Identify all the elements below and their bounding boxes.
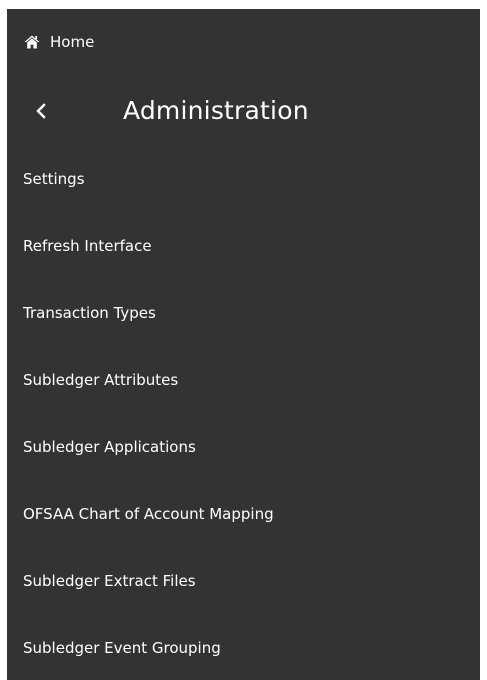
panel-header: Administration — [7, 93, 480, 129]
menu-item-subledger-event-grouping[interactable]: Subledger Event Grouping — [7, 628, 480, 668]
home-link[interactable]: Home — [24, 31, 94, 53]
menu-item-subledger-attributes[interactable]: Subledger Attributes — [7, 360, 480, 400]
menu-item-transaction-types[interactable]: Transaction Types — [7, 293, 480, 333]
menu-item-refresh-interface[interactable]: Refresh Interface — [7, 226, 480, 266]
menu-item-subledger-extract-files[interactable]: Subledger Extract Files — [7, 561, 480, 601]
home-icon — [24, 35, 40, 49]
panel-title: Administration — [123, 96, 309, 125]
menu-item-settings[interactable]: Settings — [7, 159, 480, 199]
navigation-panel: Home Administration Settings Refresh Int… — [7, 9, 480, 680]
chevron-left-icon — [36, 103, 46, 119]
menu-item-ofsaa-chart-of-account-mapping[interactable]: OFSAA Chart of Account Mapping — [7, 494, 480, 534]
back-button[interactable] — [29, 97, 53, 125]
menu-item-subledger-applications[interactable]: Subledger Applications — [7, 427, 480, 467]
home-label: Home — [50, 33, 95, 51]
